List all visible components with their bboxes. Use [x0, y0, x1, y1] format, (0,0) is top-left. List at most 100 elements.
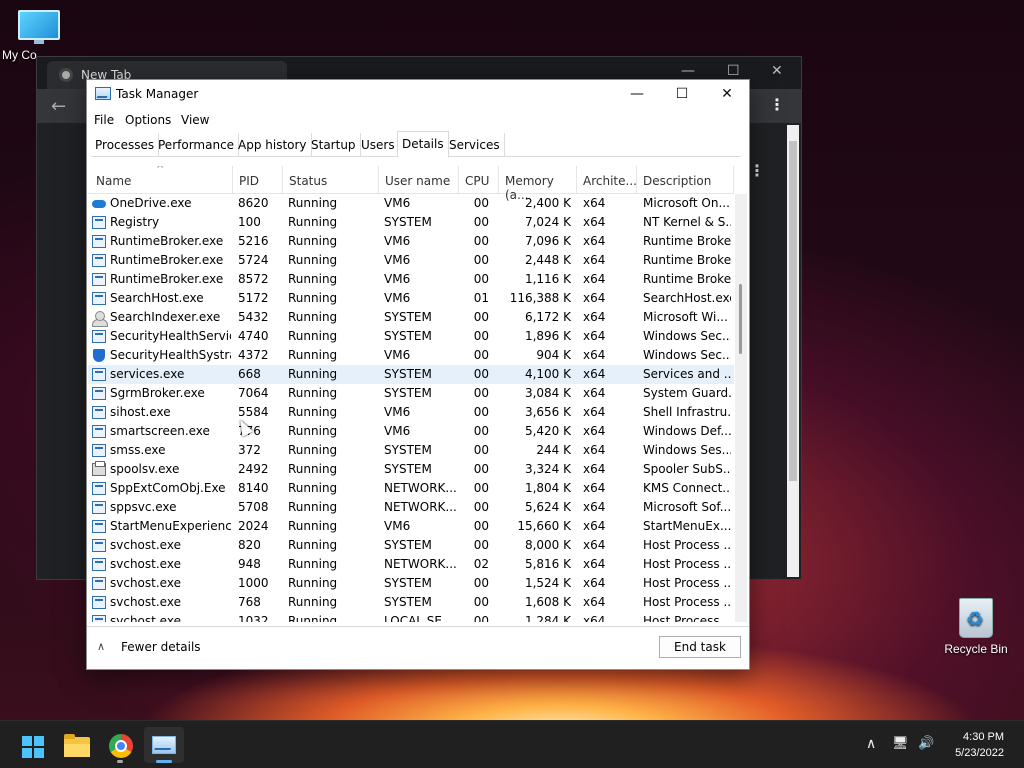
column-header-architecture[interactable]: Archite...: [577, 166, 637, 194]
cell-arch: x64: [583, 500, 606, 514]
cell-pid: 5432: [238, 310, 269, 324]
cell-name: svchost.exe: [110, 595, 181, 609]
table-row[interactable]: SppExtComObj.Exe 8140 Running NETWORK... 00 1…: [88, 479, 734, 498]
cell-status: Running: [288, 310, 338, 324]
tab-startup[interactable]: Startup: [307, 133, 361, 157]
table-row[interactable]: svchost.exe 948 Running NETWORK... 02 5,816 K…: [88, 555, 734, 574]
chrome-scrollbar[interactable]: [787, 125, 799, 577]
taskbar-task-manager[interactable]: [144, 727, 184, 763]
cell-pid: 948: [238, 557, 261, 571]
clock-time: 4:30 PM: [963, 731, 1004, 743]
column-header-status[interactable]: Status: [283, 166, 379, 194]
cell-status: Running: [288, 329, 338, 343]
table-row[interactable]: svchost.exe 820 Running SYSTEM 00 8,000 K x64 H…: [88, 536, 734, 555]
chrome-customize-dots-icon[interactable]: ⋮: [749, 161, 765, 180]
task-manager-icon: [95, 87, 111, 100]
cell-user: VM6: [384, 196, 411, 210]
table-row[interactable]: svchost.exe 1000 Running SYSTEM 00 1,524 K x64…: [88, 574, 734, 593]
user-icon: [92, 311, 108, 327]
cell-memory: 2,448 K: [524, 253, 571, 267]
cell-pid: 5216: [238, 234, 269, 248]
table-row[interactable]: spoolsv.exe 2492 Running SYSTEM 00 3,324 K x64…: [88, 460, 734, 479]
cell-cpu: 00: [473, 614, 489, 622]
table-row[interactable]: StartMenuExperienc... 2024 Running VM6 00 15,…: [88, 517, 734, 536]
tab-services[interactable]: Services: [445, 133, 505, 157]
desktop-icon-recycle-bin[interactable]: Recycle Bin: [940, 598, 1012, 656]
chrome-menu-icon[interactable]: ⋮: [769, 95, 785, 114]
back-arrow-icon[interactable]: ←: [51, 96, 66, 117]
tab-users[interactable]: Users: [357, 133, 400, 157]
table-row[interactable]: RuntimeBroker.exe 5724 Running VM6 00 2,448 K…: [88, 251, 734, 270]
table-row[interactable]: smss.exe 372 Running SYSTEM 00 244 K x64 Window…: [88, 441, 734, 460]
table-row[interactable]: SecurityHealthSystra... 4372 Running VM6 00 9…: [88, 346, 734, 365]
menu-file[interactable]: File: [94, 113, 114, 127]
tab-processes[interactable]: Processes: [91, 133, 160, 157]
cell-pid: 372: [238, 443, 261, 457]
cell-desc: Microsoft On...: [643, 196, 730, 210]
taskbar-chrome[interactable]: [100, 727, 140, 763]
title-bar[interactable]: Task Manager — ☐ ✕: [87, 80, 749, 108]
table-row[interactable]: sihost.exe 5584 Running VM6 00 3,656 Kx64 Shel…: [88, 403, 734, 422]
tab-performance[interactable]: Performance: [154, 133, 240, 157]
column-header-pid[interactable]: PID: [233, 166, 283, 194]
minimize-button[interactable]: —: [614, 80, 660, 108]
cell-pid: 2492: [238, 462, 269, 476]
close-button[interactable]: ✕: [704, 80, 750, 108]
tab-app-history[interactable]: App history: [234, 133, 312, 157]
column-header-cpu[interactable]: CPU: [459, 166, 499, 194]
cell-user: VM6: [384, 272, 411, 286]
cell-memory: 904 K: [536, 348, 571, 362]
column-header-name[interactable]: Name: [88, 166, 233, 194]
process-icon: [92, 292, 106, 305]
column-header-user-name[interactable]: User name: [379, 166, 459, 194]
start-button[interactable]: [12, 727, 52, 763]
cell-cpu: 00: [473, 481, 489, 495]
menu-view[interactable]: View: [181, 113, 209, 127]
cell-desc: KMS Connect...: [643, 481, 731, 495]
cell-arch: x64: [583, 557, 606, 571]
menu-options[interactable]: Options: [125, 113, 171, 127]
cell-cpu: 00: [473, 272, 489, 286]
tab-details[interactable]: Details: [397, 131, 449, 158]
cell-arch: x64: [583, 329, 606, 343]
network-icon[interactable]: 🖥: [892, 736, 909, 751]
tray-chevron-icon[interactable]: ∧: [866, 736, 876, 752]
table-row[interactable]: RuntimeBroker.exe 5216 Running VM6 00 7,096 K…: [88, 232, 734, 251]
chrome-minimize-button[interactable]: —: [681, 63, 695, 79]
table-row[interactable]: sppsvc.exe 5708 Running NETWORK... 00 5,624 K…: [88, 498, 734, 517]
volume-icon[interactable]: 🔊: [918, 736, 934, 751]
table-row[interactable]: Registry 100 Running SYSTEM 00 7,024 K x64 NT K…: [88, 213, 734, 232]
cell-pid: 5708: [238, 500, 269, 514]
table-row[interactable]: SearchHost.exe 5172 Running VM6 01 116,388 K x…: [88, 289, 734, 308]
cell-status: Running: [288, 424, 338, 438]
scrollbar-thumb[interactable]: [739, 284, 742, 354]
table-row[interactable]: services.exe 668 Running SYSTEM 00 4,100 K x64…: [88, 365, 734, 384]
table-row[interactable]: SecurityHealthServic... 4740 Running SYSTEM…: [88, 327, 734, 346]
cell-status: Running: [288, 348, 338, 362]
table-row[interactable]: svchost.exe 1032 Running LOCAL SE... 00 1,284…: [88, 612, 734, 622]
table-row[interactable]: svchost.exe 768 Running SYSTEM 00 1,608 K x64 H…: [88, 593, 734, 612]
cell-arch: x64: [583, 576, 606, 590]
cell-name: smss.exe: [110, 443, 166, 457]
taskbar-file-explorer[interactable]: [56, 727, 96, 763]
maximize-button[interactable]: ☐: [659, 80, 705, 108]
cell-memory: 7,096 K: [524, 234, 571, 248]
table-row[interactable]: smartscreen.exe 776 Running VM6 00 5,420 Kx64…: [88, 422, 734, 441]
table-row[interactable]: RuntimeBroker.exe 8572 Running VM6 00 1,116 K…: [88, 270, 734, 289]
desktop-icon-my-computer[interactable]: My Co: [2, 10, 74, 62]
table-scrollbar[interactable]: [735, 194, 747, 622]
footer-divider: [87, 626, 749, 627]
column-header-memory[interactable]: Memory (a...: [499, 166, 577, 202]
table-row[interactable]: SearchIndexer.exe 5432 Running SYSTEM 00 6,17…: [88, 308, 734, 327]
table-row[interactable]: SgrmBroker.exe 7064 Running SYSTEM 00 3,084 K…: [88, 384, 734, 403]
cell-arch: x64: [583, 272, 606, 286]
chrome-maximize-button[interactable]: ☐: [727, 63, 740, 79]
end-task-button[interactable]: End task: [659, 636, 741, 658]
chrome-close-button[interactable]: ✕: [771, 63, 783, 79]
cell-cpu: 00: [473, 538, 489, 552]
cell-pid: 8620: [238, 196, 269, 210]
table-row[interactable]: OneDrive.exe 8620 Running VM6 00 2,400 K x64 Mi…: [88, 194, 734, 213]
cell-name: smartscreen.exe: [110, 424, 210, 438]
column-header-description[interactable]: Description: [637, 166, 734, 194]
clock[interactable]: 4:30 PM 5/23/2022: [955, 729, 1004, 761]
